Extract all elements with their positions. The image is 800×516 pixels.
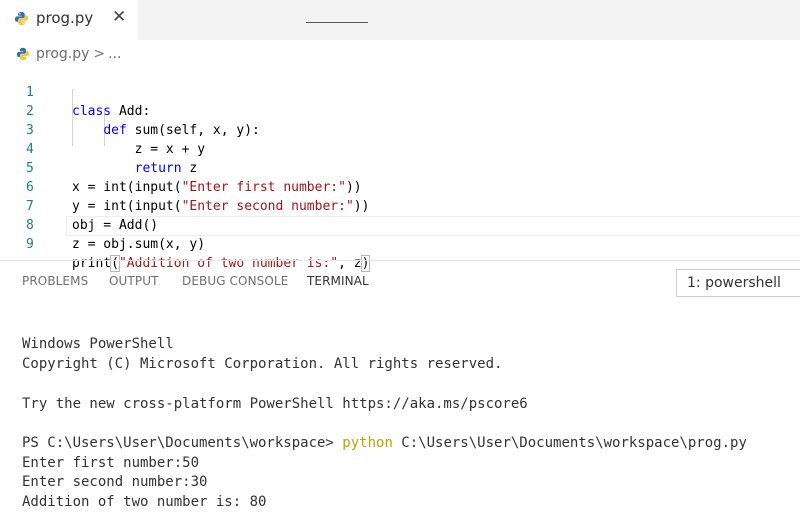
terminal-line: Addition of two number is: 80 [22,494,267,510]
code-line: 1 class Add: [0,64,800,119]
breadcrumb-more[interactable]: ... [108,46,121,62]
current-line-highlight [66,216,800,236]
tab-output[interactable]: OUTPUT [109,274,159,288]
terminal-command-arg: C:\Users\User\Documents\workspace\prog.p… [392,435,747,451]
close-icon[interactable]: ✕ [112,7,126,27]
active-tab-indicator [306,22,368,23]
tab-terminal[interactable]: TERMINAL [307,274,369,288]
terminal-line: Enter second number:30 [22,474,208,490]
code-editor[interactable]: 1 class Add: 2 def sum(self, x, y): 3 z … [0,64,800,272]
code-line: 8 z = obj.sum(x, y) [0,197,800,252]
terminal-shell-select[interactable]: 1: powershell [676,269,800,297]
code-line: 5 x = int(input("Enter first number:")) [0,140,800,195]
terminal-line: Copyright (C) Microsoft Corporation. All… [22,356,503,372]
code-line: 7 obj = Add() [0,178,800,233]
tab-debug-console[interactable]: DEBUG CONSOLE [182,274,288,288]
terminal-line: Try the new cross-platform PowerShell ht… [22,396,528,412]
chevron-right-icon: > [93,46,106,62]
terminal-command: python [342,435,393,451]
tab-filename: prog.py [36,9,94,27]
breadcrumb: prog.py > ... [16,44,122,64]
terminal-line: Enter first number:50 [22,455,200,471]
tab-prog-py[interactable]: prog.py ✕ [0,0,138,40]
line-number: 9 [26,237,34,252]
tab-problems[interactable]: PROBLEMS [22,274,88,288]
code-line: 4 return z [0,121,800,176]
code-line: 6 y = int(input("Enter second number:")) [0,159,800,214]
python-file-icon [14,11,29,26]
panel-divider [0,260,800,261]
terminal-prompt: PS C:\Users\User\Documents\workspace> [22,435,343,451]
code-line: 2 def sum(self, x, y): [0,83,800,138]
code-text: print("Addition of two number is:", z) [72,255,371,272]
terminal-command-line: PS C:\Users\User\Documents\workspace> py… [22,433,747,453]
code-line: 3 z = x + y [0,102,800,157]
code-text: z = obj.sum(x, y) [72,237,206,252]
terminal-line: Windows PowerShell [22,336,174,352]
editor-tab-bar: prog.py ✕ [0,0,800,40]
breadcrumb-file[interactable]: prog.py [36,46,89,62]
python-file-icon [16,47,30,61]
